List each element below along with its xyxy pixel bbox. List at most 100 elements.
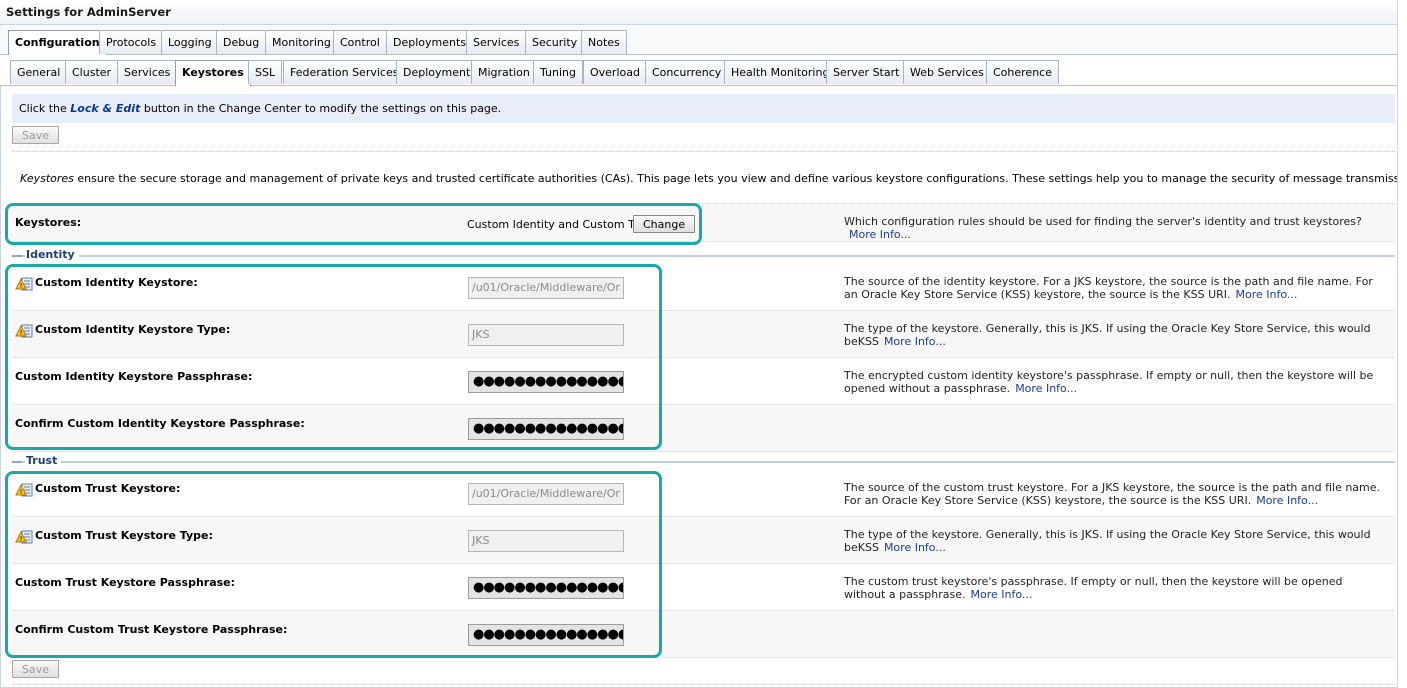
subtab-concurrency[interactable]: Concurrency (645, 60, 729, 84)
custom-identity-keystore-type-help: The type of the keystore. Generally, thi… (844, 322, 1384, 348)
custom-trust-keystore-type-help: The type of the keystore. Generally, thi… (844, 528, 1384, 554)
identity-section-title: Identity (25, 248, 79, 261)
divider (12, 151, 1395, 152)
restart-required-icon: ! (15, 530, 33, 544)
subtab-ssl[interactable]: SSL (248, 60, 283, 84)
tab-deployments[interactable]: Deployments (386, 30, 474, 54)
description-text: ensure the secure storage and management… (73, 172, 1407, 185)
subtab-cluster[interactable]: Cluster (65, 60, 119, 84)
custom-identity-keystore-type-label: Custom Identity Keystore Type: (35, 323, 231, 336)
custom-identity-passphrase-help: The encrypted custom identity keystore's… (844, 369, 1384, 395)
custom-identity-keystore-field[interactable]: /u01/Oracle/Middleware/Or (468, 277, 624, 299)
confirm-identity-passphrase-row: Confirm Custom Identity Keystore Passphr… (12, 405, 1395, 452)
custom-identity-passphrase-label: Custom Identity Keystore Passphrase: (15, 370, 253, 383)
section-rule-dash (12, 255, 22, 257)
subtab-services[interactable]: Services (117, 60, 178, 84)
save-button-top[interactable]: Save (12, 126, 60, 144)
keystores-value: Custom Identity and Custom Trust (467, 218, 655, 231)
custom-trust-keystore-field[interactable]: /u01/Oracle/Middleware/Or (468, 483, 624, 505)
keystores-help-text: Which configuration rules should be used… (844, 215, 1362, 228)
svg-text:!: ! (20, 282, 23, 290)
keystores-help: Which configuration rules should be used… (844, 215, 1384, 241)
subtab-web-services[interactable]: Web Services (903, 60, 991, 84)
tab-debug[interactable]: Debug (216, 30, 267, 54)
confirm-identity-passphrase-label: Confirm Custom Identity Keystore Passphr… (15, 417, 305, 430)
custom-identity-keystore-row: ! Custom Identity Keystore: /u01/Oracle/… (12, 264, 1395, 311)
subtab-federation-services[interactable]: Federation Services (283, 60, 406, 84)
subtab-keystores[interactable]: Keystores (175, 60, 251, 86)
page-title: Settings for AdminServer (0, 0, 1407, 25)
help-text: The custom trust keystore's passphrase. … (844, 575, 1343, 601)
section-rule-dash (12, 461, 22, 463)
subtab-migration[interactable]: Migration (471, 60, 537, 84)
subtab-health-monitoring[interactable]: Health Monitoring (724, 60, 837, 84)
svg-text:!: ! (20, 329, 23, 337)
svg-text:!: ! (20, 535, 23, 543)
subtab-coherence[interactable]: Coherence (986, 60, 1059, 84)
svg-text:!: ! (20, 488, 23, 496)
restart-required-icon: ! (15, 277, 33, 291)
tab-notes[interactable]: Notes (581, 30, 627, 54)
subtab-server-start[interactable]: Server Start (826, 60, 907, 84)
scrollbar[interactable] (1397, 0, 1407, 688)
trust-section-title: Trust (25, 454, 62, 467)
divider (12, 684, 1395, 685)
tab-monitoring[interactable]: Monitoring (265, 30, 338, 54)
section-rule (12, 461, 1395, 463)
subtab-deployment[interactable]: Deployment (396, 60, 478, 84)
tab-configuration[interactable]: Configuration (8, 30, 107, 56)
more-info-link[interactable]: More Info... (1236, 288, 1298, 301)
secondary-tab-bar: General Cluster Services Keystores SSL F… (0, 55, 1407, 86)
more-info-link[interactable]: More Info... (1015, 382, 1077, 395)
restart-required-icon: ! (15, 483, 33, 497)
custom-trust-keystore-label: Custom Trust Keystore: (35, 482, 181, 495)
keystores-row: Keystores: Custom Identity and Custom Tr… (12, 204, 1395, 242)
tab-protocols[interactable]: Protocols (99, 30, 164, 54)
custom-identity-passphrase-row: Custom Identity Keystore Passphrase: ●●●… (12, 358, 1395, 405)
tab-control[interactable]: Control (333, 30, 387, 54)
description-emphasis: Keystores (20, 172, 74, 185)
identity-section-header: Identity (12, 248, 1395, 262)
more-info-link[interactable]: More Info... (884, 541, 946, 554)
notice-prefix: Click the (19, 102, 71, 115)
more-info-link[interactable]: More Info... (884, 335, 946, 348)
custom-trust-passphrase-help: The custom trust keystore's passphrase. … (844, 575, 1384, 601)
subtab-tuning[interactable]: Tuning (533, 60, 584, 84)
custom-trust-passphrase-row: Custom Trust Keystore Passphrase: ●●●●●●… (12, 564, 1395, 611)
more-info-link[interactable]: More Info... (849, 228, 911, 241)
custom-trust-keystore-type-label: Custom Trust Keystore Type: (35, 529, 213, 542)
tab-logging[interactable]: Logging (161, 30, 219, 54)
custom-trust-keystore-type-field[interactable]: JKS (468, 530, 624, 552)
confirm-identity-passphrase-field[interactable]: ●●●●●●●●●●●●●●●●●●● (468, 418, 624, 440)
restart-required-icon: ! (15, 324, 33, 338)
custom-trust-passphrase-field[interactable]: ●●●●●●●●●●●●●●●●●●● (468, 577, 624, 599)
save-button-bottom[interactable]: Save (12, 660, 60, 678)
more-info-link[interactable]: More Info... (970, 588, 1032, 601)
confirm-trust-passphrase-field[interactable]: ●●●●●●●●●●●●●●●●●●● (468, 624, 624, 646)
custom-trust-passphrase-label: Custom Trust Keystore Passphrase: (15, 576, 236, 589)
custom-trust-keystore-type-row: ! Custom Trust Keystore Type: JKS The ty… (12, 517, 1395, 564)
section-rule (12, 255, 1395, 257)
custom-identity-keystore-help: The source of the identity keystore. For… (844, 275, 1384, 301)
custom-identity-keystore-type-row: ! Custom Identity Keystore Type: JKS The… (12, 311, 1395, 358)
primary-tab-bar: Configuration Protocols Logging Debug Mo… (0, 26, 1407, 56)
subtab-general[interactable]: General (10, 60, 68, 84)
tab-services[interactable]: Services (466, 30, 527, 54)
custom-trust-keystore-help: The source of the custom trust keystore.… (844, 481, 1384, 507)
tab-security[interactable]: Security (525, 30, 585, 54)
lock-edit-notice: Click the Lock & Edit button in the Chan… (12, 94, 1395, 123)
trust-section-header: Trust (12, 454, 1395, 468)
confirm-trust-passphrase-label: Confirm Custom Trust Keystore Passphrase… (15, 623, 288, 636)
help-text: The encrypted custom identity keystore's… (844, 369, 1374, 395)
more-info-link[interactable]: More Info... (1256, 494, 1318, 507)
notice-lock-edit-emphasis: Lock & Edit (70, 102, 141, 115)
custom-identity-keystore-type-field[interactable]: JKS (468, 324, 624, 346)
keystores-label: Keystores: (15, 216, 82, 229)
confirm-trust-passphrase-row: Confirm Custom Trust Keystore Passphrase… (12, 611, 1395, 658)
page-description: Keystores ensure the secure storage and … (20, 172, 1407, 185)
subtab-overload[interactable]: Overload (583, 60, 647, 84)
custom-trust-keystore-row: ! Custom Trust Keystore: /u01/Oracle/Mid… (12, 470, 1395, 517)
custom-identity-keystore-label: Custom Identity Keystore: (35, 276, 198, 289)
custom-identity-passphrase-field[interactable]: ●●●●●●●●●●●●●●●●●●● (468, 371, 624, 393)
change-button[interactable]: Change (633, 215, 696, 233)
